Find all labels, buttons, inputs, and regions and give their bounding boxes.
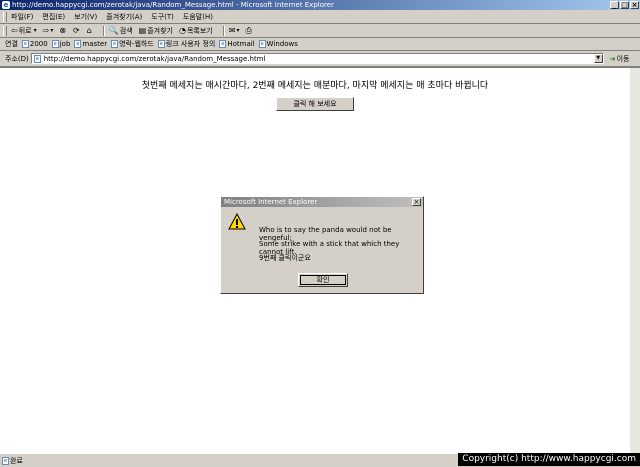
chevron-down-icon[interactable]: ▾ [34, 27, 37, 34]
link-master[interactable]: e master [74, 40, 107, 48]
standard-toolbar: ⇦ 뒤로 ▾ ⇨ ▾ ⊗ ⟳ ⌂ 🔍 검색 ▤ 즐겨찾기 ◔ 목록보기 ✉ ▾ ⎙ [0, 24, 640, 38]
status: e 완료 [2, 456, 23, 466]
dialog-title-bar: Microsoft Internet Explorer × [221, 197, 423, 207]
address-label: 주소(D) [5, 54, 29, 63]
status-text: 완료 [10, 456, 23, 465]
toolbar-grip[interactable] [3, 11, 7, 22]
dialog-title: Microsoft Internet Explorer [224, 198, 318, 206]
history-button[interactable]: ◔ 목록보기 [179, 26, 213, 36]
address-dropdown-button[interactable]: ▼ [593, 54, 603, 63]
chevron-down-icon[interactable]: ▾ [236, 27, 239, 34]
menu-file[interactable]: 파일(F) [11, 12, 33, 22]
history-icon: ◔ [179, 26, 186, 35]
menu-favorites[interactable]: 즐겨찾기(A) [106, 12, 142, 22]
go-button[interactable]: ➜ 이동 [610, 54, 630, 64]
page-content: 첫번째 메세지는 매시간마다, 2번째 메세지는 매분마다, 마지막 메세지는 … [0, 67, 640, 454]
toolbar-separator [102, 25, 105, 36]
page-icon: e [51, 40, 59, 48]
page-icon: e [111, 40, 119, 48]
address-url: http://demo.happycgi.com/zerotak/java/Ra… [43, 54, 266, 63]
forward-button[interactable]: ⇨ ▾ [43, 26, 54, 35]
menu-help[interactable]: 도움말(H) [183, 12, 213, 22]
dialog-close-button[interactable]: × [412, 198, 421, 206]
home-button[interactable]: ⌂ [87, 26, 93, 35]
page-icon: e [157, 40, 165, 48]
click-me-button[interactable]: 클릭 해 보세요 [276, 97, 354, 111]
page-icon: e [21, 40, 29, 48]
page-icon: e [33, 54, 41, 63]
ok-button[interactable]: 확인 [298, 273, 348, 287]
warning-icon [228, 213, 246, 230]
favorites-icon: ▤ [138, 26, 147, 35]
go-arrow-icon: ➜ [609, 54, 616, 63]
stop-button[interactable]: ⊗ [59, 26, 67, 35]
address-input[interactable]: e http://demo.happycgi.com/zerotak/java/… [30, 53, 604, 64]
home-icon: ⌂ [86, 26, 92, 35]
link-webhard[interactable]: e 영락-웹하드 [111, 39, 154, 49]
forward-arrow-icon: ⇨ [42, 26, 50, 35]
link-2000[interactable]: e 2000 [21, 40, 48, 48]
page-icon: e [74, 40, 82, 48]
search-icon: 🔍 [108, 26, 119, 35]
stop-icon: ⊗ [59, 26, 67, 35]
menu-edit[interactable]: 편집(E) [42, 12, 65, 22]
alert-dialog: Microsoft Internet Explorer × Who is to … [220, 196, 424, 294]
menu-view[interactable]: 보기(V) [74, 12, 97, 22]
print-button[interactable]: ⎙ [245, 26, 252, 36]
title-bar: e http://demo.happycgi.com/zerotak/java/R… [0, 0, 640, 10]
page-icon: e [258, 40, 266, 48]
refresh-icon: ⟳ [73, 26, 80, 35]
toolbar-separator [222, 25, 225, 36]
search-button[interactable]: 🔍 검색 [109, 26, 133, 36]
back-button[interactable]: ⇦ 뒤로 ▾ [11, 26, 37, 36]
print-icon: ⎙ [245, 25, 252, 35]
mail-button[interactable]: ✉ ▾ [229, 26, 240, 35]
window-title: http://demo.happycgi.com/zerotak/java/Ra… [12, 1, 334, 9]
link-hotmail[interactable]: e Hotmail [219, 40, 255, 48]
menu-tools[interactable]: 도구(T) [151, 12, 174, 22]
back-arrow-icon: ⇦ [11, 26, 18, 35]
link-customize[interactable]: e 링크 사용자 정의 [157, 39, 215, 49]
dialog-message-line-3: 9번째 클릭이군요 [259, 254, 311, 262]
menu-bar: 파일(F) 편집(E) 보기(V) 즐겨찾기(A) 도구(T) 도움말(H) [0, 10, 640, 24]
vertical-scrollbar[interactable] [630, 68, 640, 454]
chevron-down-icon[interactable]: ▾ [50, 27, 53, 34]
close-button[interactable]: × [630, 1, 639, 9]
toolbar-grip[interactable] [3, 25, 7, 36]
ie-logo-icon: e [2, 1, 10, 9]
link-windows[interactable]: e Windows [258, 40, 298, 48]
minimize-button[interactable]: _ [610, 1, 619, 9]
favorites-button[interactable]: ▤ 즐겨찾기 [139, 26, 173, 36]
maximize-button[interactable]: □ [620, 1, 629, 9]
links-label: 연결 [5, 40, 18, 48]
copyright-watermark: Copyright(c) http://www.happycgi.com [458, 453, 640, 466]
page-heading: 첫번째 메세지는 매시간마다, 2번째 메세지는 매분마다, 마지막 메세지는 … [141, 81, 489, 91]
address-bar: 주소(D) e http://demo.happycgi.com/zerotak… [0, 51, 640, 67]
refresh-button[interactable]: ⟳ [73, 26, 81, 35]
links-bar: 연결 e 2000 e job e master e 영락-웹하드 e 링크 사용자 정의… [0, 38, 640, 51]
mail-icon: ✉ [228, 26, 236, 35]
page-icon: e [2, 456, 9, 465]
page-icon: e [219, 40, 227, 48]
link-job[interactable]: e job [51, 40, 70, 48]
